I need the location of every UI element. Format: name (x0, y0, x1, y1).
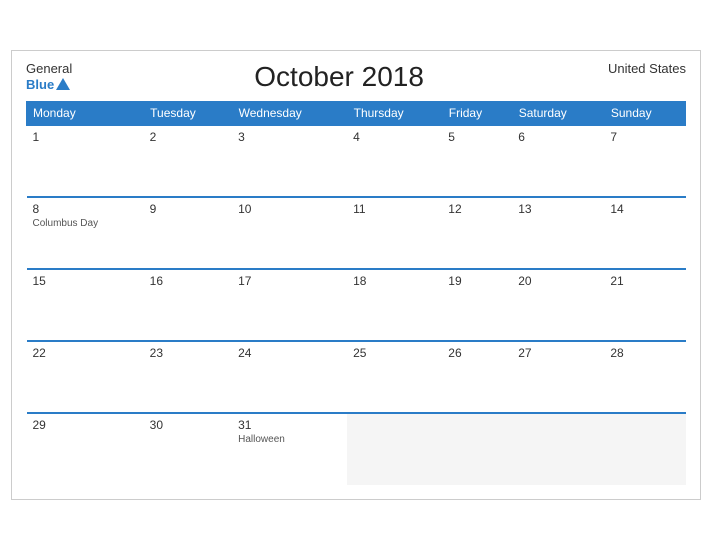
week-row-2: 8 Columbus Day 9 10 11 12 13 14 (27, 197, 686, 269)
day-number: 22 (33, 346, 138, 360)
calendar-cell: 8 Columbus Day (27, 197, 144, 269)
day-number: 12 (448, 202, 506, 216)
calendar-cell: 19 (442, 269, 512, 341)
day-number: 15 (33, 274, 138, 288)
day-number: 14 (610, 202, 679, 216)
calendar-cell: 2 (144, 125, 232, 197)
day-event: Halloween (238, 434, 341, 445)
weekday-header-thursday: Thursday (347, 102, 442, 126)
calendar-cell: 4 (347, 125, 442, 197)
calendar-header: General Blue October 2018 United States (26, 61, 686, 93)
day-number: 17 (238, 274, 341, 288)
calendar-cell: 17 (232, 269, 347, 341)
calendar-country: United States (606, 61, 686, 76)
calendar-cell (604, 413, 685, 485)
calendar-cell: 31 Halloween (232, 413, 347, 485)
calendar-cell: 6 (512, 125, 604, 197)
day-number: 24 (238, 346, 341, 360)
day-number: 1 (33, 130, 138, 144)
day-number: 20 (518, 274, 598, 288)
calendar-cell: 5 (442, 125, 512, 197)
day-number: 28 (610, 346, 679, 360)
day-number: 23 (150, 346, 226, 360)
calendar-cell (347, 413, 442, 485)
calendar-cell (512, 413, 604, 485)
day-number: 2 (150, 130, 226, 144)
calendar-cell: 1 (27, 125, 144, 197)
calendar-cell: 14 (604, 197, 685, 269)
week-row-5: 29 30 31 Halloween (27, 413, 686, 485)
day-number: 26 (448, 346, 506, 360)
logo-general-text: General (26, 61, 72, 77)
weekday-header-row: MondayTuesdayWednesdayThursdayFridaySatu… (27, 102, 686, 126)
calendar-grid: MondayTuesdayWednesdayThursdayFridaySatu… (26, 101, 686, 485)
week-row-4: 22 23 24 25 26 27 28 (27, 341, 686, 413)
day-number: 16 (150, 274, 226, 288)
calendar-cell: 25 (347, 341, 442, 413)
calendar-cell: 3 (232, 125, 347, 197)
day-number: 11 (353, 202, 436, 216)
week-row-3: 15 16 17 18 19 20 21 (27, 269, 686, 341)
day-number: 4 (353, 130, 436, 144)
calendar-cell: 23 (144, 341, 232, 413)
day-number: 18 (353, 274, 436, 288)
week-row-1: 1234567 (27, 125, 686, 197)
day-number: 10 (238, 202, 341, 216)
day-number: 21 (610, 274, 679, 288)
day-number: 31 (238, 418, 341, 432)
day-number: 30 (150, 418, 226, 432)
day-number: 27 (518, 346, 598, 360)
calendar-cell: 18 (347, 269, 442, 341)
day-event: Columbus Day (33, 218, 138, 229)
weekday-header-friday: Friday (442, 102, 512, 126)
day-number: 7 (610, 130, 679, 144)
calendar-cell: 20 (512, 269, 604, 341)
calendar-cell: 22 (27, 341, 144, 413)
day-number: 5 (448, 130, 506, 144)
calendar-cell: 12 (442, 197, 512, 269)
calendar-cell: 9 (144, 197, 232, 269)
calendar-cell: 7 (604, 125, 685, 197)
calendar-title: October 2018 (72, 61, 606, 93)
weekday-header-monday: Monday (27, 102, 144, 126)
calendar-cell (442, 413, 512, 485)
calendar-cell: 26 (442, 341, 512, 413)
logo-triangle-icon (56, 78, 70, 90)
day-number: 29 (33, 418, 138, 432)
calendar-container: General Blue October 2018 United States … (11, 50, 701, 500)
calendar-cell: 16 (144, 269, 232, 341)
day-number: 13 (518, 202, 598, 216)
day-number: 8 (33, 202, 138, 216)
calendar-cell: 21 (604, 269, 685, 341)
weekday-header-tuesday: Tuesday (144, 102, 232, 126)
logo-blue-text: Blue (26, 77, 54, 93)
calendar-cell: 10 (232, 197, 347, 269)
weekday-header-wednesday: Wednesday (232, 102, 347, 126)
calendar-cell: 27 (512, 341, 604, 413)
logo: General Blue (26, 61, 72, 92)
day-number: 6 (518, 130, 598, 144)
calendar-cell: 13 (512, 197, 604, 269)
calendar-cell: 15 (27, 269, 144, 341)
calendar-cell: 24 (232, 341, 347, 413)
day-number: 19 (448, 274, 506, 288)
day-number: 25 (353, 346, 436, 360)
day-number: 9 (150, 202, 226, 216)
day-number: 3 (238, 130, 341, 144)
calendar-cell: 29 (27, 413, 144, 485)
weekday-header-sunday: Sunday (604, 102, 685, 126)
calendar-cell: 28 (604, 341, 685, 413)
calendar-cell: 11 (347, 197, 442, 269)
weekday-header-saturday: Saturday (512, 102, 604, 126)
calendar-cell: 30 (144, 413, 232, 485)
